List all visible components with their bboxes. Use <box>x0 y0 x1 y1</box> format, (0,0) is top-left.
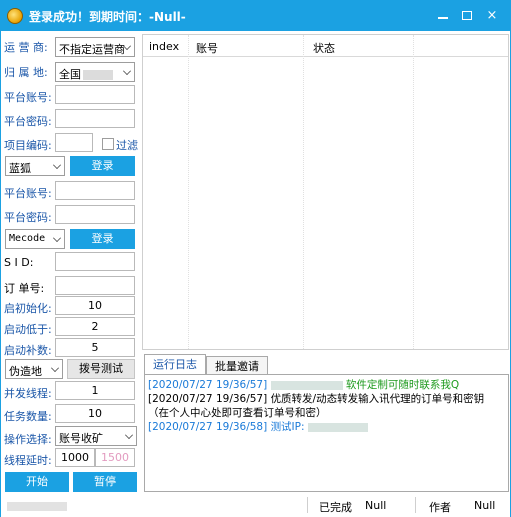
title-bar[interactable]: 登录成功！到期时间：-Null- × <box>1 1 510 31</box>
author-label: 作者 <box>429 501 451 514</box>
operation-select-value: 账号收矿 <box>59 432 103 445</box>
blurred-text <box>83 70 113 80</box>
close-icon: × <box>486 8 498 23</box>
fake-location-value: 伪造地 <box>9 365 42 378</box>
column-divider <box>413 35 414 349</box>
maximize-button[interactable] <box>458 7 476 25</box>
log-time: [2020/07/27 19/36/57] <box>148 379 268 391</box>
log-line: [2020/07/27 19/36/57] 优质转发/动态转发输入讯代理的订单号… <box>148 392 505 406</box>
pause-button[interactable]: 暂停 <box>73 472 137 492</box>
chevron-down-icon <box>53 234 61 242</box>
account1-input[interactable] <box>55 85 135 104</box>
threads-label: 并发线程: <box>4 387 52 400</box>
delay-label: 线程延时: <box>4 454 52 467</box>
account2-label: 平台账号: <box>4 187 52 200</box>
init-label: 启初始化: <box>4 302 52 315</box>
tab-run-log[interactable]: 运行日志 <box>144 354 206 375</box>
column-divider <box>188 35 189 349</box>
filter-label: 过滤 <box>116 139 138 152</box>
chevron-down-icon <box>123 67 131 75</box>
platform2-select-value: Mecode <box>9 233 46 244</box>
account1-label: 平台账号: <box>4 91 52 104</box>
order-input[interactable] <box>55 276 135 295</box>
operation-label: 操作选择: <box>4 433 52 446</box>
log-line: （在个人中心处即可查看订单号和密） <box>148 406 505 420</box>
log-time: [2020/07/27 19/36/57] <box>148 393 268 405</box>
below-input[interactable]: 2 <box>55 317 135 336</box>
delay-min-input[interactable]: 1000 <box>55 448 95 467</box>
log-text: 测试IP: <box>270 421 305 433</box>
chevron-down-icon <box>53 161 61 169</box>
order-label: 订 单号: <box>4 282 45 295</box>
account2-input[interactable] <box>55 181 135 200</box>
filter-checkbox[interactable] <box>102 138 114 150</box>
login1-button[interactable]: 登录 <box>70 156 135 176</box>
platform1-select-value: 蓝狐 <box>9 162 31 175</box>
masked-text <box>307 422 368 432</box>
column-header-index[interactable]: index <box>149 40 179 53</box>
results-table[interactable]: index 账号 状态 <box>142 34 509 350</box>
status-divider <box>415 497 416 513</box>
platform1-select[interactable]: 蓝狐 <box>5 156 65 176</box>
project-code-label: 项目编码: <box>4 139 52 152</box>
chevron-down-icon <box>125 431 133 439</box>
table-header: index 账号 状态 <box>143 35 508 57</box>
login2-button[interactable]: 登录 <box>70 229 135 249</box>
operator-select[interactable]: 不指定运营商 <box>55 37 135 57</box>
platform2-select[interactable]: Mecode <box>5 229 65 249</box>
minimize-icon <box>438 17 448 19</box>
password2-input[interactable] <box>55 205 135 224</box>
column-header-status[interactable]: 状态 <box>313 40 335 56</box>
log-text: （在个人中心处即可查看订单号和密） <box>148 407 327 419</box>
completed-label: 已完成 <box>319 501 352 514</box>
sid-input[interactable] <box>55 252 135 271</box>
task-count-input[interactable]: 10 <box>55 404 135 423</box>
completed-value: Null <box>365 499 387 512</box>
log-text: 优质转发/动态转发输入讯代理的订单号和密钥 <box>270 393 485 405</box>
operator-select-value: 不指定运营商 <box>59 43 125 56</box>
status-divider <box>307 497 308 513</box>
refill-label: 启动补数: <box>4 344 52 357</box>
close-button[interactable]: × <box>483 7 501 25</box>
start-button[interactable]: 开始 <box>5 472 69 492</box>
minimize-button[interactable] <box>434 7 452 25</box>
dial-test-button[interactable]: 拨号测试 <box>67 359 135 379</box>
maximize-icon <box>462 11 472 20</box>
operator-label: 运 营 商: <box>4 41 48 54</box>
password1-label: 平台密码: <box>4 115 52 128</box>
log-line: [2020/07/27 19/36/58] 测试IP: <box>148 420 505 434</box>
operation-select[interactable]: 账号收矿 <box>55 426 137 446</box>
fake-location-select[interactable]: 伪造地 <box>5 359 63 379</box>
refill-input[interactable]: 5 <box>55 338 135 357</box>
task-count-label: 任务数量: <box>4 410 52 423</box>
log-line: [2020/07/27 19/36/57] 软件定制可随时联系我Q <box>148 378 505 392</box>
author-value: Null <box>474 499 496 512</box>
main-window: 登录成功！到期时间：-Null- × 运 营 商: 不指定运营商 归 属 地: … <box>0 0 511 517</box>
sid-label: S I D: <box>4 256 34 269</box>
column-divider <box>303 35 304 349</box>
project-code-input[interactable] <box>55 133 93 152</box>
delay-max-input[interactable]: 1500 <box>95 448 135 467</box>
masked-text <box>7 502 67 511</box>
status-bar: 已完成 Null 作者 Null <box>1 495 510 517</box>
column-header-account[interactable]: 账号 <box>196 40 218 56</box>
chevron-down-icon <box>51 364 59 372</box>
window-title: 登录成功！到期时间：-Null- <box>29 10 186 24</box>
init-input[interactable]: 10 <box>55 296 135 315</box>
log-text: 软件定制可随时联系我Q <box>345 379 460 391</box>
password1-input[interactable] <box>55 109 135 128</box>
tab-batch-invite[interactable]: 批量邀请 <box>206 356 268 374</box>
password2-label: 平台密码: <box>4 211 52 224</box>
log-time: [2020/07/27 19/36/58] <box>148 421 268 433</box>
run-log-panel[interactable]: [2020/07/27 19/36/57] 软件定制可随时联系我Q [2020/… <box>144 374 509 492</box>
masked-text <box>270 380 343 390</box>
threads-input[interactable]: 1 <box>55 381 135 400</box>
app-coin-icon <box>7 8 23 24</box>
region-select[interactable]: 全国 <box>55 62 135 82</box>
region-label: 归 属 地: <box>4 66 48 79</box>
below-label: 启动低于: <box>4 323 52 336</box>
region-select-value: 全国 <box>59 68 81 81</box>
